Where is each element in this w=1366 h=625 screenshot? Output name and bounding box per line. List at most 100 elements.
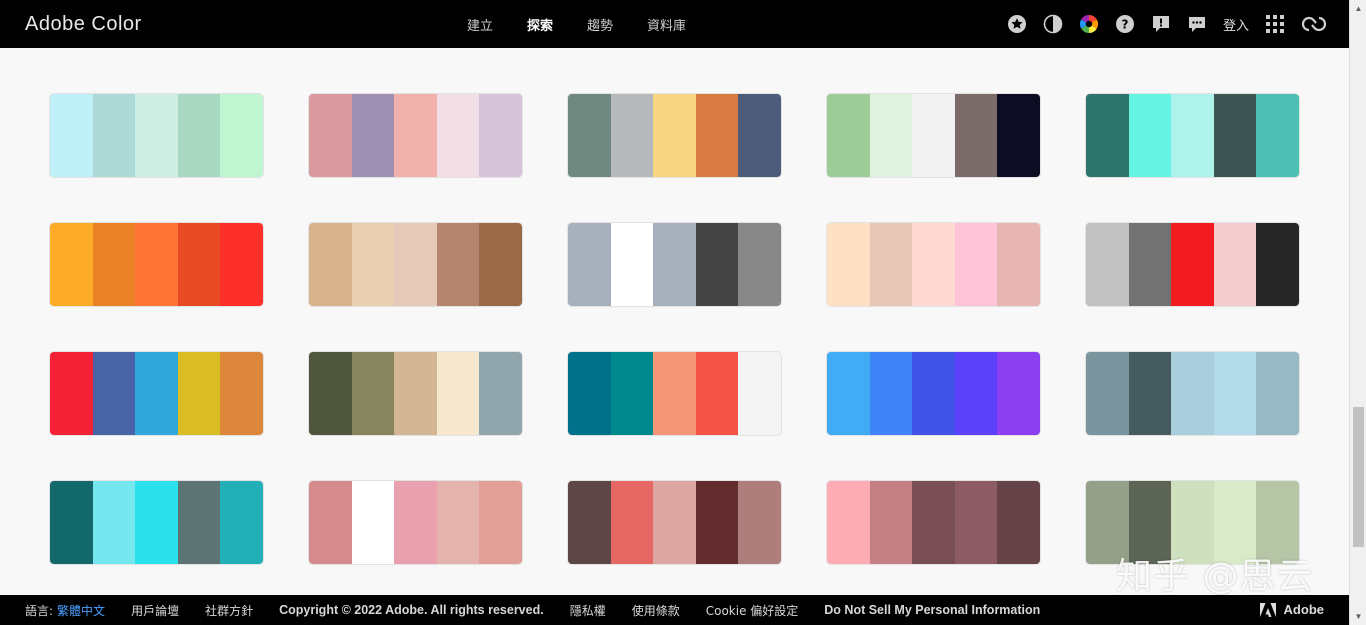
palette-card[interactable] [827,481,1040,564]
color-swatch [610,94,654,177]
language-label: 語言: [25,603,54,618]
palette-card[interactable] [50,223,263,306]
palette-card[interactable] [309,352,522,435]
color-swatch [695,223,739,306]
color-swatch [177,352,221,435]
color-wheel-icon[interactable] [1079,14,1099,34]
color-swatch [1086,94,1129,177]
color-swatch [479,481,522,564]
color-swatch [135,223,178,306]
color-swatch [568,94,611,177]
color-swatch [177,481,221,564]
scroll-thumb[interactable] [1353,407,1364,547]
copyright-text: Copyright © 2022 Adobe. All rights reser… [279,603,544,617]
color-swatch [436,481,480,564]
color-swatch [394,481,437,564]
palette-card[interactable] [568,352,781,435]
color-swatch [869,94,913,177]
color-swatch [351,223,395,306]
color-swatch [351,481,395,564]
signin-link[interactable]: 登入 [1223,15,1249,34]
palette-grid [0,48,1349,595]
palette-card[interactable] [827,94,1040,177]
color-swatch [92,223,136,306]
palette-card[interactable] [1086,94,1299,177]
color-swatch [1213,223,1257,306]
palette-card[interactable] [50,481,263,564]
color-swatch [1128,94,1172,177]
palette-card[interactable] [309,94,522,177]
color-swatch [220,223,263,306]
color-swatch [827,352,870,435]
palette-card[interactable] [568,223,781,306]
color-swatch [610,223,654,306]
palette-card[interactable] [1086,223,1299,306]
color-swatch [869,352,913,435]
color-swatch [1213,94,1257,177]
brand-title[interactable]: Adobe Color [25,13,142,36]
color-swatch [997,352,1040,435]
footer-link-cookies[interactable]: Cookie 偏好設定 [706,602,799,619]
color-swatch [220,481,263,564]
color-swatch [220,352,263,435]
footer-link-terms[interactable]: 使用條款 [632,602,680,619]
color-swatch [436,223,480,306]
star-icon[interactable] [1007,14,1027,34]
color-swatch [738,352,781,435]
color-swatch [135,481,178,564]
color-swatch [1256,352,1299,435]
palette-card[interactable] [50,94,263,177]
color-swatch [92,352,136,435]
footer-link-privacy[interactable]: 隱私權 [570,602,606,619]
color-swatch [653,352,696,435]
palette-card[interactable] [309,481,522,564]
palette-card[interactable] [568,481,781,564]
color-swatch [568,352,611,435]
nav-create[interactable]: 建立 [467,15,493,34]
color-swatch [1128,352,1172,435]
report-icon[interactable] [1151,14,1171,34]
main-nav: 建立 探索 趨勢 資料庫 [450,0,703,48]
palette-card[interactable] [50,352,263,435]
scroll-down-arrow-icon[interactable]: ▼ [1350,608,1366,625]
color-swatch [695,352,739,435]
color-swatch [568,223,611,306]
color-swatch [92,94,136,177]
color-swatch [954,481,998,564]
palette-card[interactable] [827,352,1040,435]
help-icon[interactable]: ? [1115,14,1135,34]
palette-card[interactable] [309,223,522,306]
language-selector[interactable]: 繁體中文 [57,602,105,619]
color-swatch [653,223,696,306]
nav-explore[interactable]: 探索 [527,15,553,34]
palette-card[interactable] [568,94,781,177]
chat-icon[interactable] [1187,14,1207,34]
color-swatch [394,352,437,435]
palette-card[interactable] [1086,352,1299,435]
apps-grid-icon[interactable] [1265,14,1285,34]
nav-library[interactable]: 資料庫 [647,15,686,34]
color-swatch [177,223,221,306]
color-swatch [827,223,870,306]
color-swatch [1256,223,1299,306]
nav-trends[interactable]: 趨勢 [587,15,613,34]
footer-link-do-not-sell[interactable]: Do Not Sell My Personal Information [824,603,1040,617]
color-swatch [738,94,781,177]
scroll-up-arrow-icon[interactable]: ▲ [1350,0,1366,17]
footer-link-forum[interactable]: 用戶論壇 [131,602,179,619]
color-swatch [1128,223,1172,306]
color-swatch [479,223,522,306]
color-swatch [912,481,955,564]
page-scrollbar[interactable]: ▲ ▼ [1349,0,1366,625]
contrast-icon[interactable] [1043,14,1063,34]
color-swatch [394,223,437,306]
footer-link-guidelines[interactable]: 社群方針 [205,602,253,619]
color-swatch [479,352,522,435]
color-swatch [50,481,93,564]
palette-card[interactable] [827,223,1040,306]
color-swatch [1086,223,1129,306]
color-swatch [436,94,480,177]
adobe-footer-logo[interactable]: Adobe [1259,602,1324,617]
color-swatch [92,481,136,564]
creative-cloud-icon[interactable] [1301,14,1327,34]
